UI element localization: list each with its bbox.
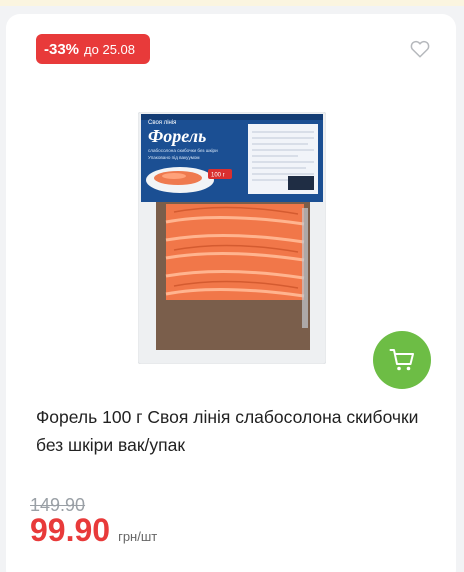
top-strip — [0, 0, 464, 6]
current-price: 99.90 — [30, 512, 111, 548]
cart-icon — [389, 349, 414, 371]
discount-badge: -33% до 25.08 — [36, 34, 150, 64]
heart-outline-icon — [410, 40, 430, 58]
price-row: 99.90 грн/шт — [30, 512, 157, 549]
add-to-cart-button[interactable] — [373, 331, 431, 389]
discount-percent: -33% — [44, 40, 80, 58]
package-name: Форель — [148, 126, 206, 146]
package-subtitle-2: Упаковано під вакуумом — [148, 155, 200, 160]
discount-until: до 25.08 — [84, 41, 135, 57]
package-subtitle: слабосолона скибочки без шкіри — [148, 148, 218, 153]
package-weight: 100 г — [211, 173, 226, 179]
favorite-button[interactable] — [406, 36, 434, 62]
product-title[interactable]: Форель 100 г Своя лінія слабосолона скиб… — [36, 403, 432, 459]
price-unit: грн/шт — [118, 529, 158, 544]
product-image[interactable]: Своя лінія Форель слабосолона скибочки б… — [138, 112, 326, 364]
